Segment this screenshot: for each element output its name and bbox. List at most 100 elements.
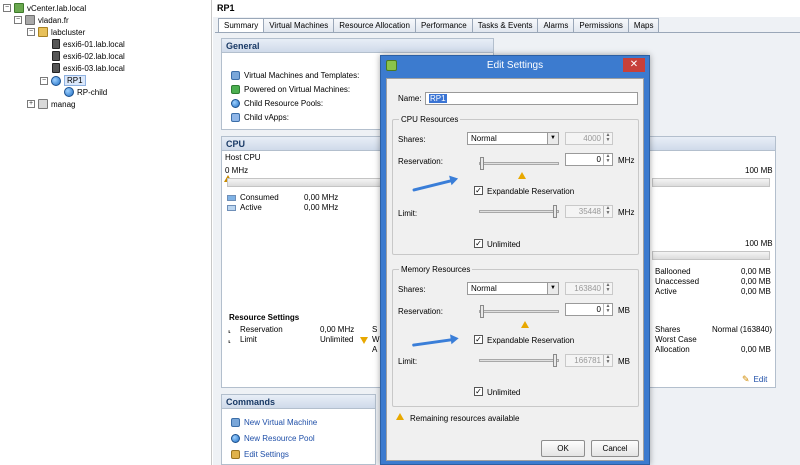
- tree-node-host[interactable]: esxi6-01.lab.local: [52, 39, 125, 49]
- tree-node-datacenter[interactable]: − vladan.fr: [14, 15, 69, 25]
- tab-alarms[interactable]: Alarms: [537, 18, 575, 33]
- cpu-unlimited-label: Unlimited: [487, 240, 521, 249]
- memory-shares-select[interactable]: Normal ▼: [467, 282, 559, 295]
- general-row: Child Resource Pools:: [231, 99, 323, 108]
- close-button[interactable]: ✕: [623, 58, 645, 72]
- general-row: Powered on Virtual Machines:: [231, 85, 350, 94]
- memory-reservation-input[interactable]: 0 ▲ ▼: [565, 303, 613, 316]
- pencil-icon: ✎: [742, 374, 750, 384]
- partial-text: A: [372, 345, 378, 354]
- edit-settings-icon: [231, 450, 240, 459]
- chevron-down-icon: ▼: [547, 133, 558, 144]
- expand-icon[interactable]: +: [27, 100, 35, 108]
- spinner-icon: ▲ ▼: [603, 355, 612, 366]
- host-cpu-label: Host CPU: [225, 153, 261, 162]
- memory-limit-unit: MB: [618, 357, 630, 366]
- cpu-group-title: CPU Resources: [399, 115, 461, 124]
- tab-performance[interactable]: Performance: [414, 18, 473, 33]
- tree-node-rp-child[interactable]: RP-child: [64, 87, 107, 97]
- cpu-shares-label: Shares:: [398, 135, 426, 144]
- cpu-expandable-label: Expandable Reservation: [487, 187, 575, 196]
- collapse-icon[interactable]: −: [40, 76, 48, 85]
- ballooned-value: 0,00 MB: [741, 267, 771, 276]
- partial-text: S: [372, 325, 378, 334]
- command-edit-settings[interactable]: Edit Settings: [231, 450, 289, 459]
- tree-node-vcenter[interactable]: − vCenter.lab.local: [3, 3, 86, 13]
- resource-pool-icon: [51, 75, 61, 86]
- cpu-expandable-checkbox[interactable]: ✓: [474, 186, 483, 195]
- edit-link[interactable]: ✎ Edit: [742, 374, 767, 385]
- memory-bar-right: [652, 251, 770, 260]
- spinner-icon: ▲ ▼: [603, 206, 612, 217]
- tree-node-cluster[interactable]: − labcluster: [27, 27, 85, 37]
- tree-node-host[interactable]: esxi6-03.lab.local: [52, 63, 125, 73]
- tab-summary[interactable]: Summary: [218, 18, 265, 33]
- power-on-icon: [231, 85, 240, 94]
- reservation-bullet-icon: ⸤: [228, 325, 232, 334]
- host-icon: [52, 39, 60, 49]
- host-cpu-bar: [227, 178, 383, 187]
- cpu-reservation-unit: MHz: [618, 156, 635, 165]
- name-input[interactable]: RP1: [425, 92, 638, 105]
- legend-consumed: Consumed 0,00 MHz: [227, 193, 338, 202]
- inventory-tree: − vCenter.lab.local − vladan.fr − labclu…: [0, 0, 212, 465]
- limit-bullet-icon: ⸤: [228, 335, 232, 344]
- resource-pool-icon: [231, 99, 240, 108]
- spinner-icon: ▲ ▼: [603, 304, 612, 315]
- tab-permissions[interactable]: Permissions: [573, 18, 629, 33]
- cpu-limit-label: Limit:: [398, 209, 418, 218]
- datacenter-icon: [25, 15, 35, 25]
- cpu-reservation-label: Reservation:: [398, 157, 443, 166]
- tree-node-host[interactable]: esxi6-02.lab.local: [52, 51, 125, 61]
- name-label: Name:: [398, 94, 422, 103]
- tab-maps[interactable]: Maps: [627, 18, 660, 33]
- cpu-reservation-slider[interactable]: [479, 162, 559, 165]
- cancel-button[interactable]: Cancel: [591, 440, 639, 457]
- tab-bar: Summary Virtual Machines Resource Alloca…: [218, 18, 660, 33]
- memory-limit-slider[interactable]: [479, 359, 559, 362]
- tab-virtual-machines[interactable]: Virtual Machines: [263, 18, 335, 33]
- limit-marker-icon: [360, 337, 368, 344]
- warning-icon: [521, 321, 529, 328]
- command-new-resource-pool[interactable]: New Resource Pool: [231, 434, 315, 443]
- cpu-limit-slider[interactable]: [479, 210, 559, 213]
- spinner-icon: ▲ ▼: [603, 154, 612, 165]
- cpu-min-label: 0 MHz: [225, 166, 249, 175]
- consumed-swatch: [227, 194, 236, 201]
- unaccessed-value: 0,00 MB: [741, 277, 771, 286]
- memory-expandable-checkbox[interactable]: ✓: [474, 335, 483, 344]
- page-title: RP1: [213, 0, 800, 17]
- memory-unlimited-label: Unlimited: [487, 388, 521, 397]
- collapse-icon[interactable]: −: [14, 16, 22, 24]
- collapse-icon[interactable]: −: [27, 28, 35, 36]
- command-new-vm[interactable]: New Virtual Machine: [231, 418, 317, 427]
- memory-active-label: Active: [655, 287, 677, 296]
- memory-limit-thumb[interactable]: [553, 354, 557, 367]
- remaining-resources-label: Remaining resources available: [410, 414, 520, 423]
- cpu-limit-thumb[interactable]: [553, 205, 557, 218]
- cpu-reservation-input[interactable]: 0 ▲ ▼: [565, 153, 613, 166]
- ok-button[interactable]: OK: [541, 440, 585, 457]
- shares-label: Shares: [655, 325, 681, 334]
- memory-unlimited-checkbox[interactable]: ✓: [474, 387, 483, 396]
- cpu-limit-input: 35448 ▲ ▼: [565, 205, 613, 218]
- collapse-icon[interactable]: −: [3, 4, 11, 12]
- tree-node-manag[interactable]: + manag: [27, 99, 75, 109]
- cpu-unlimited-checkbox[interactable]: ✓: [474, 239, 483, 248]
- tab-tasks-events[interactable]: Tasks & Events: [471, 18, 539, 33]
- dialog-titlebar[interactable]: Edit Settings ✕: [381, 56, 649, 76]
- memory-reservation-thumb[interactable]: [480, 305, 484, 318]
- vapp-icon: [231, 113, 240, 122]
- partial-text: W: [372, 335, 380, 344]
- shares-value: Normal (163840): [712, 325, 773, 334]
- memory-reservation-slider[interactable]: [479, 310, 559, 313]
- tab-resource-allocation[interactable]: Resource Allocation: [333, 18, 416, 33]
- worst-case-label: Worst Case: [655, 335, 697, 344]
- cpu-shares-select[interactable]: Normal ▼: [467, 132, 559, 145]
- resource-pool-icon: [64, 87, 74, 97]
- tree-node-rp1[interactable]: − RP1: [40, 75, 86, 86]
- memory-limit-input: 166781 ▲ ▼: [565, 354, 613, 367]
- cpu-reservation-thumb[interactable]: [480, 157, 484, 170]
- resource-settings-header: Resource Settings: [229, 313, 300, 322]
- active-swatch: [227, 204, 236, 211]
